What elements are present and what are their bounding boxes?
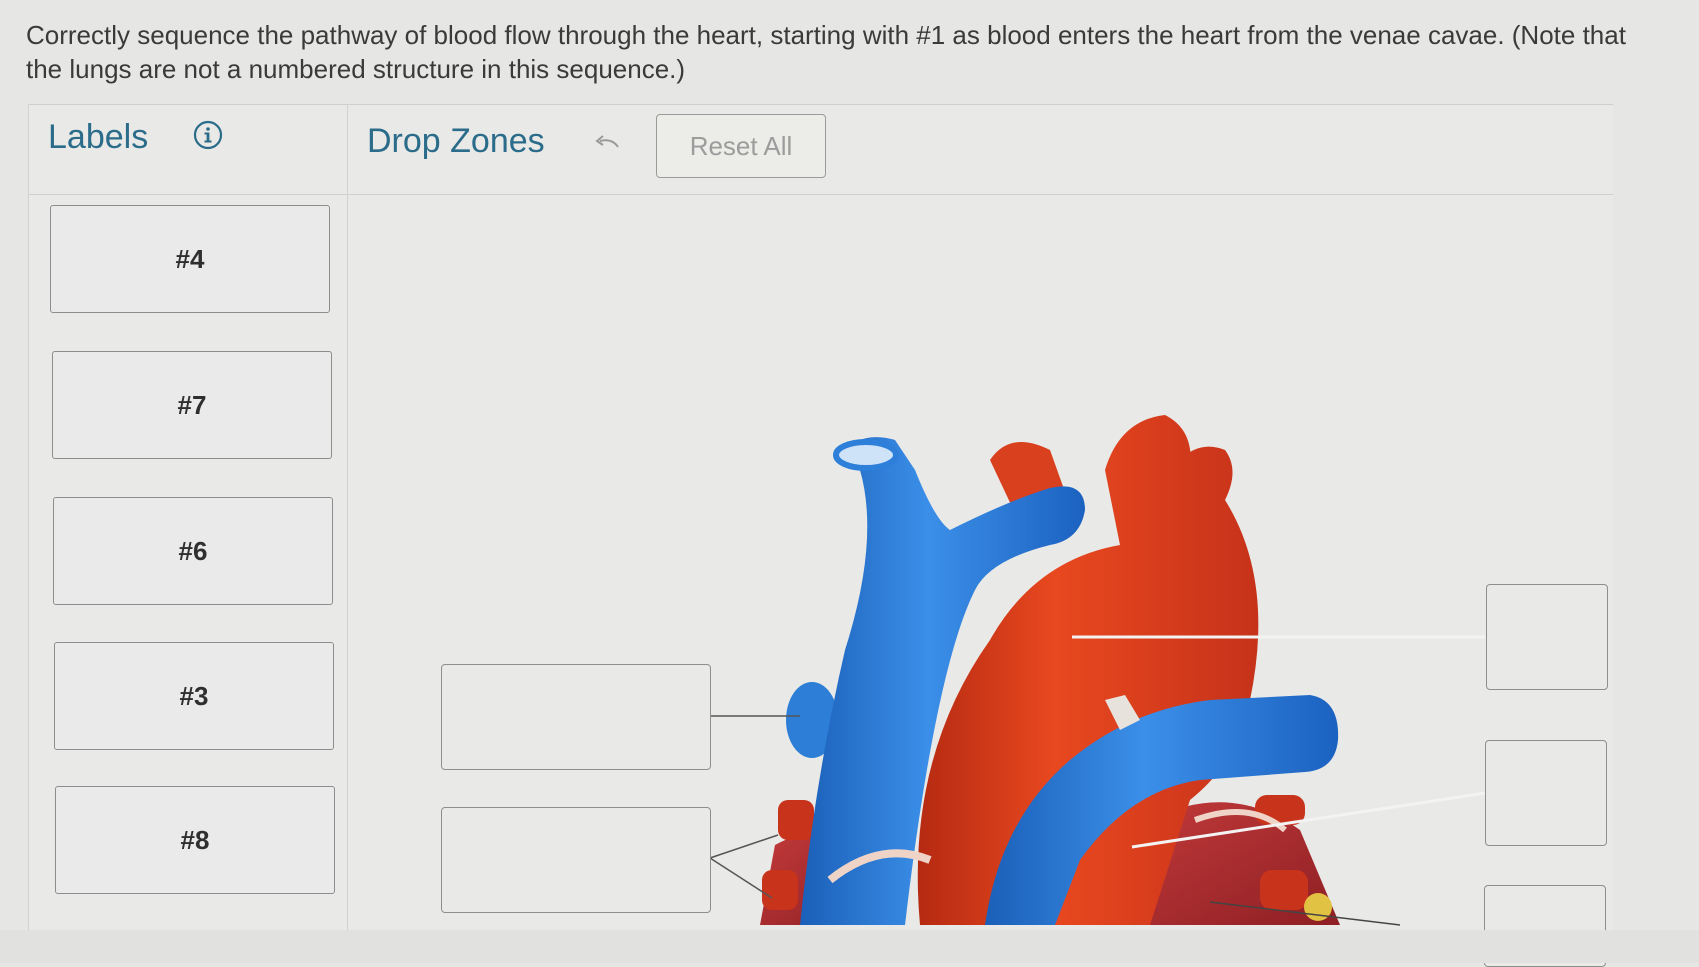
panel-header-divider <box>28 194 1613 195</box>
question-text: Correctly sequence the pathway of blood … <box>26 20 1626 84</box>
drop-zone-2[interactable] <box>441 807 711 913</box>
drop-zone-3[interactable] <box>1486 584 1608 690</box>
info-icon[interactable] <box>193 120 223 150</box>
panel-left-border <box>28 104 29 934</box>
label-card-7[interactable]: #7 <box>52 351 332 459</box>
label-card-8[interactable]: #8 <box>55 786 335 894</box>
drop-zone-4[interactable] <box>1485 740 1607 846</box>
undo-arrow-icon[interactable] <box>592 132 622 154</box>
reset-all-button[interactable]: Reset All <box>656 114 826 178</box>
label-card-4[interactable]: #4 <box>50 205 330 313</box>
label-card-6[interactable]: #6 <box>53 497 333 605</box>
panel-column-divider <box>347 104 348 934</box>
label-card-3[interactable]: #3 <box>54 642 334 750</box>
page-footer-area <box>0 930 1699 963</box>
drop-zone-1[interactable] <box>441 664 711 770</box>
drop-zones-heading: Drop Zones <box>367 122 545 160</box>
labels-heading: Labels <box>48 118 149 156</box>
